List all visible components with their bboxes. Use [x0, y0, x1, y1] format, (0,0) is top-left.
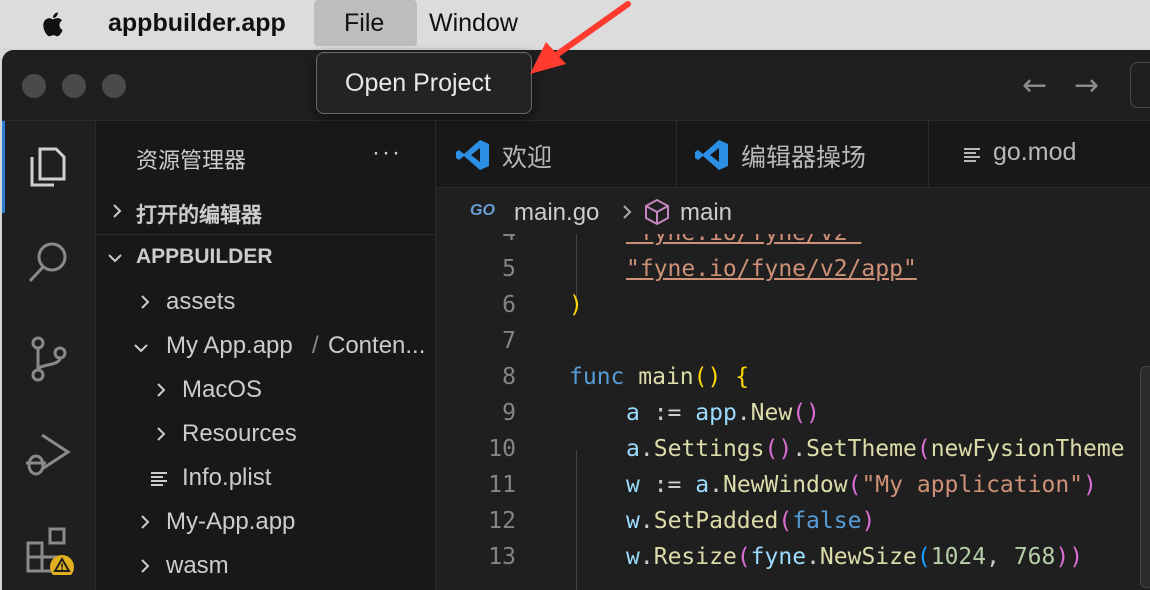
tab-label: go.mod [993, 138, 1077, 166]
tree-item-label: assets [166, 288, 236, 315]
menu-item-open-project[interactable]: Open Project [345, 69, 491, 98]
chevron-right-icon [157, 427, 166, 441]
line-number: 4 [436, 234, 516, 246]
tab-go-mod[interactable]: go.mod [929, 121, 1150, 187]
run-debug-icon[interactable] [22, 427, 74, 479]
app-name[interactable]: appbuilder.app [108, 9, 286, 38]
line-number: 12 [488, 508, 516, 534]
menu-window[interactable]: Window [429, 9, 518, 38]
vscode-icon [695, 140, 728, 170]
chevron-right-icon [141, 559, 150, 573]
command-center[interactable] [1130, 62, 1150, 108]
code-line-13: w.Resize(fyne.NewSize(1024, 768)) [626, 544, 1084, 570]
search-icon[interactable] [22, 237, 74, 289]
string-literal: "fyne.io/fyne/v2/app" [626, 256, 917, 282]
code-line-8: func main() { [569, 364, 750, 390]
activity-bar: ! [2, 121, 96, 590]
breadcrumb: GO main.go main [436, 188, 1150, 234]
explorer-sidebar: 资源管理器 ··· 打开的编辑器 APPBUILDER assets My Ap… [96, 121, 436, 590]
chevron-right-icon [157, 383, 166, 397]
tree-item-label: My App.app [166, 332, 293, 359]
menu-file[interactable]: File [314, 0, 417, 46]
code-line-10: a.Settings().SetTheme(newFysionTheme [626, 436, 1125, 462]
symbol-module-icon [645, 198, 669, 226]
indent-guide [576, 450, 577, 590]
zoom-window-button[interactable] [102, 74, 126, 98]
tree-item-label: Info.plist [182, 464, 272, 491]
code-line-9: a := app.New() [626, 400, 820, 426]
tree-item-label: My-App.app [166, 508, 296, 535]
line-number: 6 [502, 292, 516, 318]
go-file-icon: GO [470, 202, 495, 219]
line-number: 9 [502, 400, 516, 426]
active-indicator [2, 121, 5, 213]
chevron-right-icon [623, 205, 632, 219]
tab-label: 欢迎 [502, 144, 553, 172]
code-line-12: w.SetPadded(false) [626, 508, 876, 534]
open-editors-label: 打开的编辑器 [136, 204, 262, 227]
tab-label: 编辑器操场 [741, 144, 867, 172]
line-number: 5 [502, 256, 516, 282]
line-number: 8 [502, 364, 516, 390]
source-control-icon[interactable] [22, 333, 74, 385]
warning-badge-icon: ! [60, 563, 64, 573]
explorer-title: 资源管理器 [136, 148, 247, 173]
tab-welcome[interactable]: 欢迎 [436, 121, 677, 187]
string-literal: "fyne.io/fyne/v2" [626, 234, 861, 246]
chevron-right-icon [141, 295, 150, 309]
tree-item-compact-suffix: Conten... [328, 332, 426, 359]
line-number: 13 [488, 544, 516, 570]
menu-file-label: File [344, 9, 385, 37]
scrollbar-thumb[interactable] [1140, 366, 1150, 588]
breadcrumb-file[interactable]: main.go [514, 199, 599, 227]
code-line-4: "fyne.io/fyne/v2" [626, 234, 861, 246]
files-icon[interactable] [22, 141, 74, 193]
tree-item-label: Resources [182, 420, 297, 447]
code-editor[interactable]: 4 "fyne.io/fyne/v2" 5 "fyne.io/fyne/v2/a… [436, 234, 1150, 590]
more-actions-icon[interactable]: ··· [372, 139, 402, 167]
file-lines-icon [151, 472, 167, 486]
tree-item-label: MacOS [182, 376, 263, 403]
project-label: APPBUILDER [136, 245, 273, 268]
tab-editor-playground[interactable]: 编辑器操场 [677, 121, 929, 187]
close-window-button[interactable] [22, 74, 46, 98]
chevron-down-icon [108, 254, 122, 263]
forward-arrow-icon[interactable]: → [1074, 68, 1099, 103]
line-number: 10 [488, 436, 516, 462]
vscode-icon [456, 140, 489, 170]
apple-icon[interactable] [38, 8, 70, 40]
editor-window: ← → ! 资源管理器 ··· 打开的编辑器 APPBUILDER assets… [2, 50, 1150, 590]
editor-tabs: 欢迎 编辑器操场 go.mod [436, 121, 1150, 188]
code-line-6: ) [569, 292, 583, 318]
code-line-11: w := a.NewWindow("My application") [626, 472, 1097, 498]
chevron-down-icon [134, 344, 148, 353]
tree-item-label: wasm [166, 552, 229, 579]
back-arrow-icon[interactable]: ← [1022, 68, 1047, 103]
file-lines-icon [964, 148, 980, 162]
annotation-arrow-icon [530, 1, 631, 74]
minimize-window-button[interactable] [62, 74, 86, 98]
code-line-5: "fyne.io/fyne/v2/app" [626, 256, 917, 282]
chevron-right-icon [141, 515, 150, 529]
chevron-right-icon [113, 204, 122, 218]
breadcrumb-symbol[interactable]: main [680, 199, 732, 227]
line-number: 7 [502, 328, 516, 354]
file-menu-dropdown: Open Project [316, 52, 532, 114]
line-number: 11 [488, 472, 516, 498]
path-separator: / [312, 332, 319, 359]
extensions-icon[interactable]: ! [22, 523, 74, 575]
